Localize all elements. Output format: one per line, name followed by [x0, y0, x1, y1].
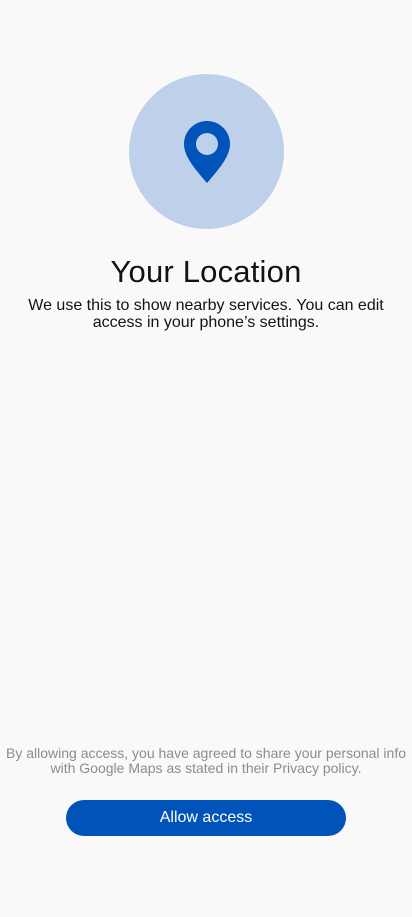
page-subtitle: We use this to show nearby services. You… — [28, 297, 384, 331]
location-permission-screen: Your Location We use this to show nearby… — [0, 0, 412, 917]
privacy-disclaimer: By allowing access, you have agreed to s… — [5, 745, 406, 776]
page-title: Your Location — [110, 254, 302, 289]
allow-access-button[interactable]: Allow access — [66, 800, 346, 836]
location-icon-circle — [129, 74, 284, 229]
location-pin-icon — [183, 120, 230, 183]
